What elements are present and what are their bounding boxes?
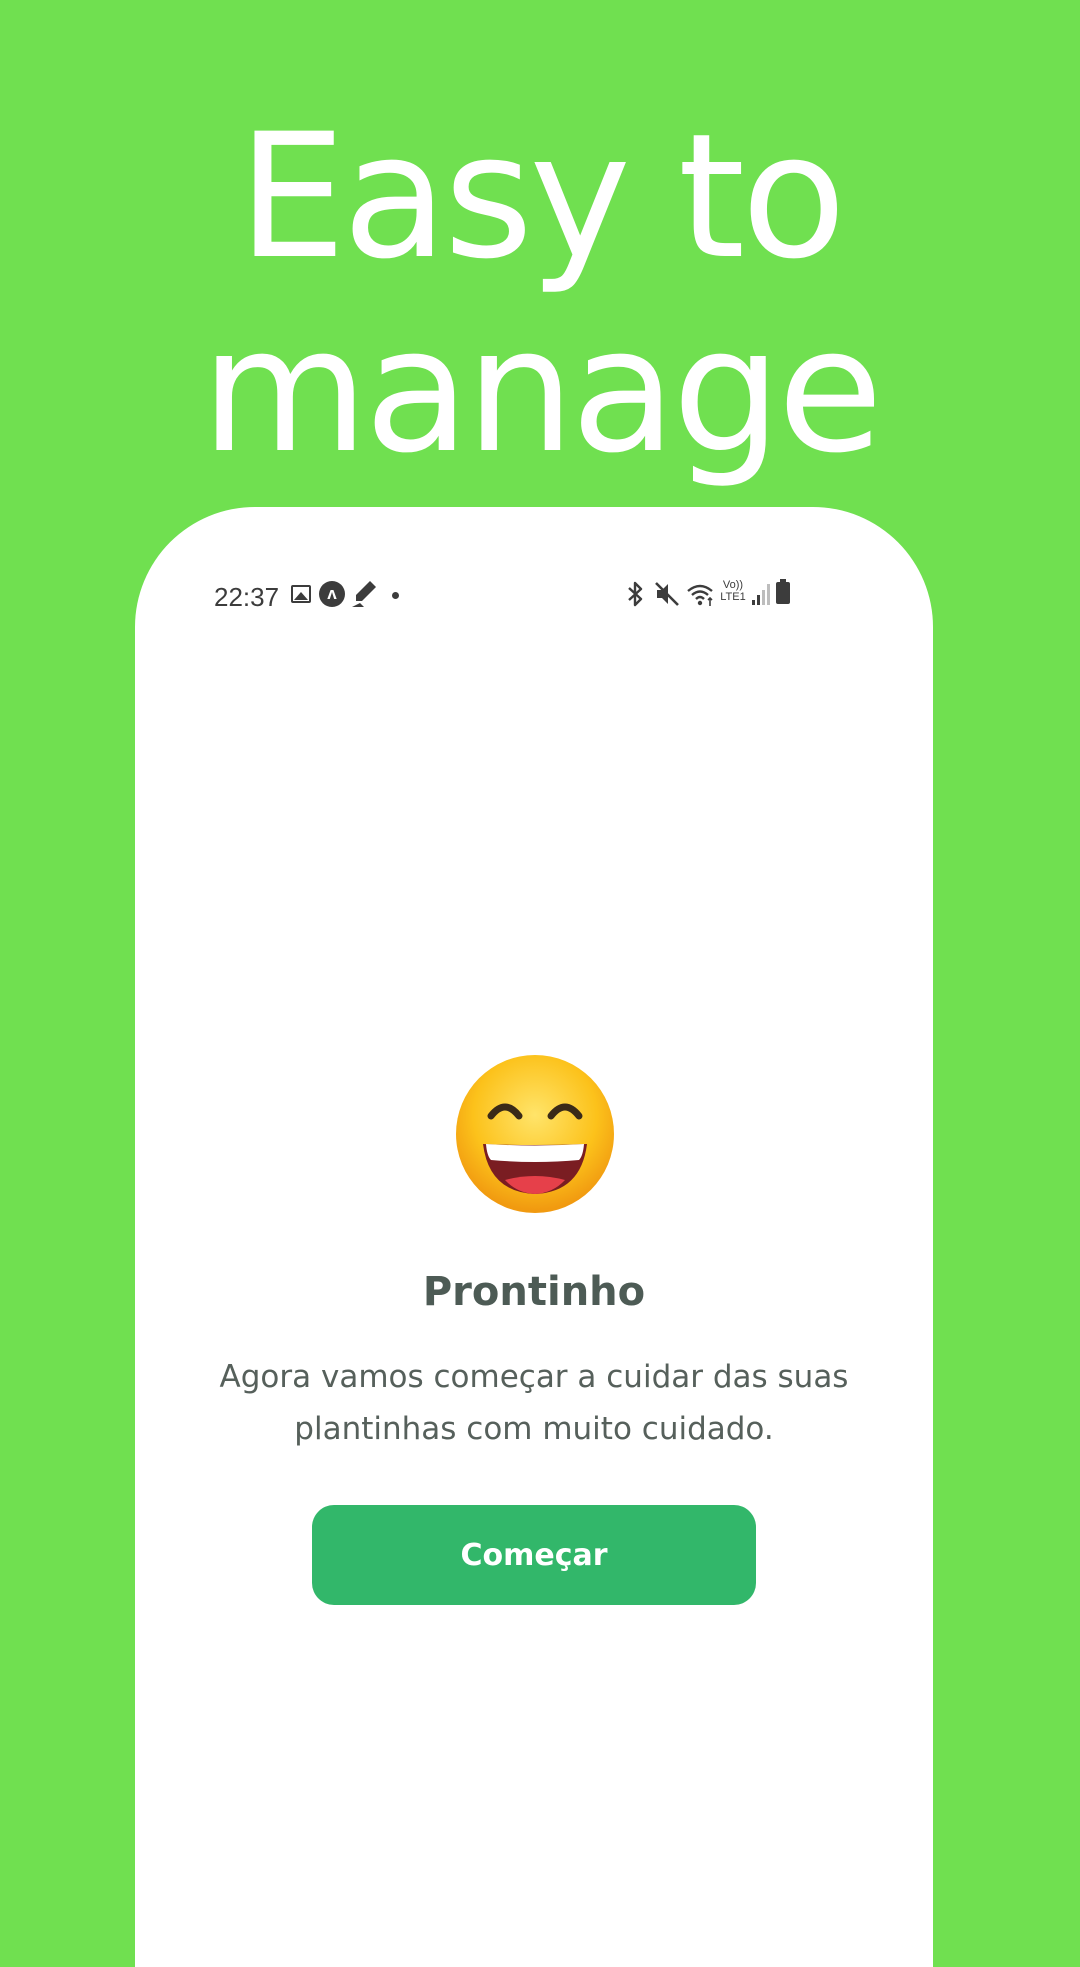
pen-icon [350, 579, 378, 609]
battery-icon [776, 579, 790, 604]
status-bar: 22:37 ʌ Vo)) LTE1 [214, 574, 790, 618]
description-text: Agora vamos começar a cuidar das suas pl… [219, 1359, 849, 1447]
volte-icon: Vo)) LTE1 [718, 579, 748, 603]
headline-line-2: manage [200, 290, 883, 491]
status-time: 22:37 [214, 582, 280, 612]
phone-screen: 22:37 ʌ Vo)) LTE1 Prontinho Agora vamos … [135, 507, 933, 1967]
a-icon: ʌ [319, 581, 345, 607]
headline: Easy to manage [0, 100, 1080, 488]
volte-line-2: LTE1 [720, 591, 746, 603]
signal-icon [751, 582, 771, 606]
grinning-face-icon [453, 1052, 617, 1216]
start-button[interactable]: Começar [312, 1505, 756, 1605]
headline-line-1: Easy to [237, 96, 847, 297]
dot-icon [392, 592, 399, 599]
image-icon [291, 585, 311, 603]
volte-line-1: Vo)) [722, 579, 744, 591]
mute-icon [654, 581, 680, 607]
bluetooth-icon [625, 580, 645, 608]
page-title: Prontinho [422, 1269, 646, 1315]
wifi-icon [686, 582, 716, 608]
